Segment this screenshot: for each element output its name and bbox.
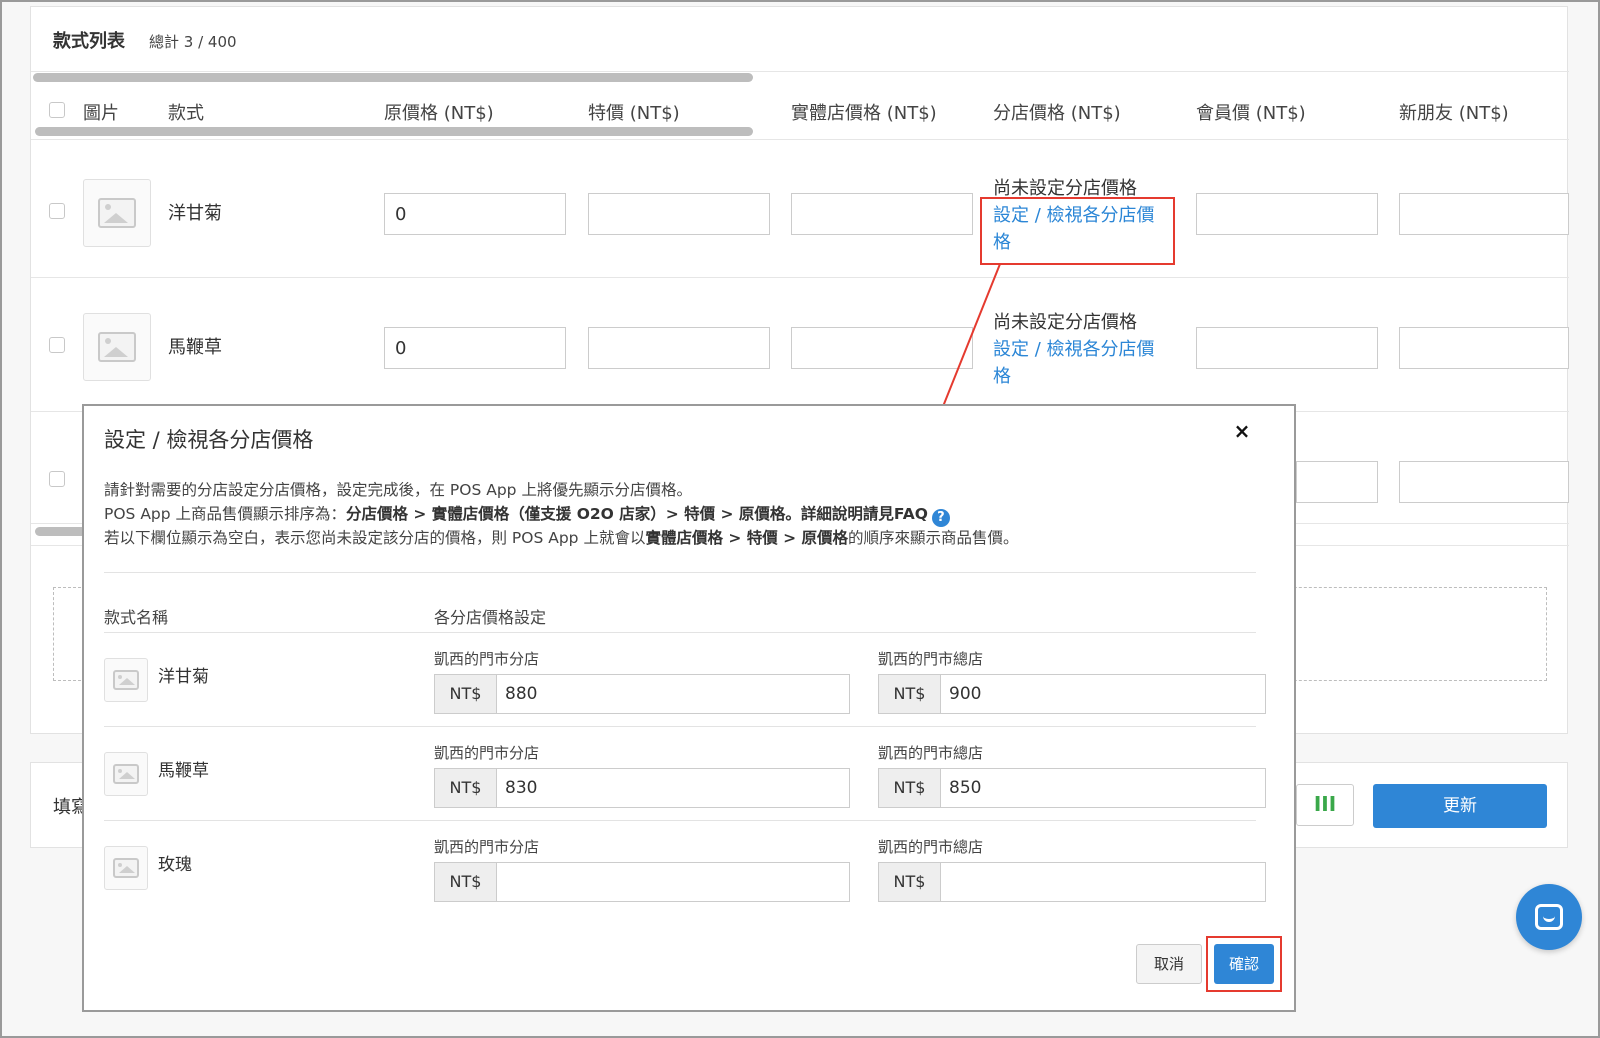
row-style-name: 洋甘菊 xyxy=(168,203,222,224)
modal-title: 設定 / 檢視各分店價格 xyxy=(104,428,314,452)
item-name: 玫瑰 xyxy=(158,855,192,875)
image-placeholder-icon xyxy=(98,198,136,228)
row-checkbox[interactable] xyxy=(49,471,65,487)
new-friend-price-input[interactable] xyxy=(1399,461,1569,503)
update-button[interactable]: 更新 xyxy=(1373,784,1547,828)
image-placeholder-icon xyxy=(98,332,136,362)
store-price-input[interactable] xyxy=(791,327,973,369)
store-label: 凱西的門市分店 xyxy=(434,650,540,668)
row-style-name: 馬鞭草 xyxy=(168,337,222,358)
desc2-bold: 分店價格 > 實體店價格（僅支援 O2O 店家）> 特價 > 原價格。詳細說明請… xyxy=(346,505,928,523)
image-placeholder-icon xyxy=(113,670,139,690)
screen-frame: 款式列表 總計 3 / 400 圖片 款式 原價格 (NT$) 特價 (NT$)… xyxy=(0,0,1600,1038)
branch-price-link[interactable]: 設定 / 檢視各分店價 xyxy=(993,336,1155,363)
original-price-input[interactable]: 0 xyxy=(384,327,566,369)
column-header-style: 款式 xyxy=(168,103,204,124)
branch-price-field[interactable]: NT$ 830 xyxy=(434,768,850,808)
header-branch-prices: 各分店價格設定 xyxy=(434,608,547,627)
original-price-input[interactable]: 0 xyxy=(384,193,566,235)
faq-help-icon[interactable]: ? xyxy=(931,509,950,527)
divider xyxy=(31,71,1569,72)
column-header-new-friend-price: 新朋友 (NT$) xyxy=(1399,103,1509,124)
row-checkbox[interactable] xyxy=(49,337,65,353)
currency-addon: NT$ xyxy=(879,675,941,713)
horizontal-scrollbar-top[interactable] xyxy=(33,73,753,82)
head-store-price-field[interactable]: NT$ 850 xyxy=(878,768,1266,808)
column-header-store-price: 實體店價格 (NT$) xyxy=(791,103,937,124)
column-header-branch-price: 分店價格 (NT$) xyxy=(993,103,1121,124)
desc3-bold: 實體店價格 > 特價 > 原價格 xyxy=(645,529,849,547)
currency-addon: NT$ xyxy=(435,675,497,713)
chat-launcher-button[interactable] xyxy=(1516,884,1582,950)
desc2-text: POS App 上商品售價顯示排序為： xyxy=(104,505,347,523)
branch-price-input[interactable]: 880 xyxy=(497,675,849,713)
currency-addon: NT$ xyxy=(435,769,497,807)
modal-description-2: POS App 上商品售價顯示排序為：分店價格 > 實體店價格（僅支援 O2O … xyxy=(104,502,950,527)
member-price-input[interactable] xyxy=(1196,193,1378,235)
cancel-button[interactable]: 取消 xyxy=(1136,944,1202,984)
divider xyxy=(104,632,1256,633)
chat-icon xyxy=(1535,904,1563,930)
highlight-box xyxy=(980,197,1175,265)
head-store-price-input[interactable]: 900 xyxy=(941,675,1265,713)
special-price-input[interactable] xyxy=(588,193,770,235)
branch-price-modal: 設定 / 檢視各分店價格 × 請針對需要的分店設定分店價格，設定完成後，在 PO… xyxy=(82,404,1296,1012)
new-friend-price-input[interactable] xyxy=(1399,193,1569,235)
list-count: 總計 3 / 400 xyxy=(149,33,237,51)
product-thumbnail xyxy=(83,313,151,381)
head-store-price-input[interactable]: 850 xyxy=(941,769,1265,807)
column-header-member-price: 會員價 (NT$) xyxy=(1196,103,1306,124)
product-thumbnail xyxy=(104,658,148,702)
item-name: 馬鞭草 xyxy=(158,761,209,781)
special-price-input[interactable] xyxy=(588,327,770,369)
divider xyxy=(104,572,1256,573)
product-thumbnail xyxy=(83,179,151,247)
store-label: 凱西的門市分店 xyxy=(434,838,540,856)
currency-addon: NT$ xyxy=(879,863,941,901)
currency-addon: NT$ xyxy=(435,863,497,901)
branch-price-field[interactable]: NT$ 880 xyxy=(434,674,850,714)
column-header-original-price: 原價格 (NT$) xyxy=(384,103,494,124)
column-toggle-button[interactable]: III xyxy=(1296,784,1354,826)
branch-price-input[interactable]: 830 xyxy=(497,769,849,807)
header-style-name: 款式名稱 xyxy=(104,608,169,627)
item-name: 洋甘菊 xyxy=(158,667,209,687)
modal-description-1: 請針對需要的分店設定分店價格，設定完成後，在 POS App 上將優先顯示分店價… xyxy=(104,481,692,499)
member-price-input[interactable] xyxy=(1296,461,1378,503)
divider xyxy=(104,820,1256,821)
image-placeholder-icon xyxy=(113,764,139,784)
store-label: 凱西的門市總店 xyxy=(878,838,984,856)
confirm-button[interactable]: 確認 xyxy=(1214,944,1274,984)
branch-price-note: 尚未設定分店價格 xyxy=(993,312,1137,333)
image-placeholder-icon xyxy=(113,858,139,878)
currency-addon: NT$ xyxy=(879,769,941,807)
product-thumbnail xyxy=(104,846,148,890)
row-checkbox[interactable] xyxy=(49,203,65,219)
desc3-text: 若以下欄位顯示為空白，表示您尚未設定該分店的價格，則 POS App 上就會以 xyxy=(104,529,646,547)
close-icon[interactable]: × xyxy=(1232,420,1252,442)
branch-price-input[interactable] xyxy=(497,863,849,901)
modal-description-3: 若以下欄位顯示為空白，表示您尚未設定該分店的價格，則 POS App 上就會以實… xyxy=(104,526,1019,548)
head-store-price-field[interactable]: NT$ 900 xyxy=(878,674,1266,714)
product-thumbnail xyxy=(104,752,148,796)
select-all-checkbox[interactable] xyxy=(49,102,65,118)
column-header-image: 圖片 xyxy=(83,103,119,124)
desc3-tail: 的順序來顯示商品售價。 xyxy=(848,529,1019,547)
branch-price-field[interactable]: NT$ xyxy=(434,862,850,902)
divider xyxy=(104,726,1256,727)
head-store-price-field[interactable]: NT$ xyxy=(878,862,1266,902)
store-label: 凱西的門市總店 xyxy=(878,650,984,668)
divider xyxy=(31,277,1569,278)
column-header-special-price: 特價 (NT$) xyxy=(588,103,680,124)
horizontal-scrollbar[interactable] xyxy=(35,127,753,136)
store-price-input[interactable] xyxy=(791,193,973,235)
store-label: 凱西的門市分店 xyxy=(434,744,540,762)
member-price-input[interactable] xyxy=(1196,327,1378,369)
list-title: 款式列表 xyxy=(53,31,125,52)
divider xyxy=(31,139,1569,140)
branch-price-link-wrap[interactable]: 格 xyxy=(993,363,1011,390)
store-label: 凱西的門市總店 xyxy=(878,744,984,762)
head-store-price-input[interactable] xyxy=(941,863,1265,901)
new-friend-price-input[interactable] xyxy=(1399,327,1569,369)
